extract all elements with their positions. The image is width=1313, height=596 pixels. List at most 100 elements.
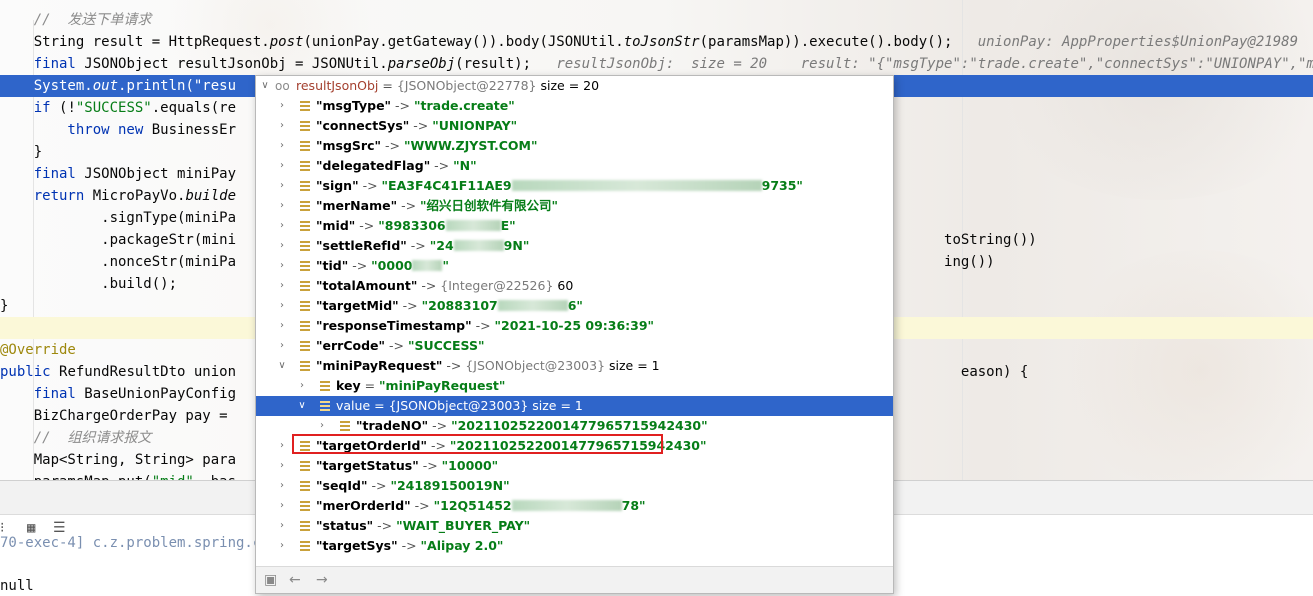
tree-row-text: "settleRefId" -> "24 9N"	[316, 236, 529, 256]
tree-row-text: "tid" -> "0000 "	[316, 256, 449, 276]
code-line[interactable]: final JSONObject resultJsonObj = JSONUti…	[0, 53, 1313, 75]
entry-separator: ->	[430, 158, 454, 173]
chevron-right-icon[interactable]: ›	[276, 536, 288, 556]
entry-value-tail: 78"	[621, 498, 646, 513]
chevron-right-icon[interactable]: ›	[316, 416, 328, 436]
field-icon	[320, 401, 330, 411]
entry-separator: ->	[358, 178, 382, 193]
field-icon	[300, 221, 310, 231]
tree-row[interactable]: › "targetSys" -> "Alipay 2.0"	[256, 536, 893, 556]
chevron-right-icon[interactable]: ›	[276, 116, 288, 136]
chevron-right-icon[interactable]: ›	[276, 456, 288, 476]
chevron-right-icon[interactable]: ›	[276, 176, 288, 196]
code-token: (paramsMap)).execute().body();	[699, 34, 970, 50]
entry-value: "UNIONPAY"	[432, 118, 518, 133]
entry-separator: ->	[442, 358, 466, 373]
tree-row[interactable]: › "responseTimestamp" -> "2021-10-25 09:3…	[256, 316, 893, 336]
code-token: MicroPayVo.	[92, 188, 186, 204]
chevron-right-icon[interactable]: ›	[276, 436, 288, 456]
chevron-right-icon[interactable]: ›	[276, 256, 288, 276]
field-icon	[300, 241, 310, 251]
entry-object-ref: {Integer@22526}	[440, 278, 554, 293]
code-token: .equals(re	[151, 100, 237, 116]
tree-row[interactable]: › "tradeNO" -> "2021102522001477965715942…	[256, 416, 893, 436]
chevron-right-icon[interactable]: ›	[276, 156, 288, 176]
forward-arrow-icon[interactable]: →	[316, 572, 328, 588]
chevron-right-icon[interactable]: ›	[276, 196, 288, 216]
tree-row[interactable]: › "delegatedFlag" -> "N"	[256, 156, 893, 176]
entry-size: size = 1	[528, 398, 583, 413]
chevron-right-icon[interactable]: ›	[276, 96, 288, 116]
entry-key: "merName"	[316, 198, 398, 213]
entry-key: "targetStatus"	[316, 458, 419, 473]
entry-size: size = 1	[605, 358, 660, 373]
chevron-right-icon[interactable]: ›	[276, 236, 288, 256]
entry-separator: ->	[397, 538, 421, 553]
code-line[interactable]: String result = HttpRequest.post(unionPa…	[0, 31, 1313, 53]
tree-row[interactable]: › "msgSrc" -> "WWW.ZJYST.COM"	[256, 136, 893, 156]
entry-key: "totalAmount"	[316, 278, 418, 293]
debugger-inspect-popup[interactable]: ∨ oo resultJsonObj = {JSONObject@22778} …	[255, 75, 894, 594]
tree-row[interactable]: › "totalAmount" -> {Integer@22526} 60	[256, 276, 893, 296]
tree-row[interactable]: › "tid" -> "0000 "	[256, 256, 893, 276]
tree-row-text: "tradeNO" -> "20211025220014779657159424…	[356, 416, 708, 436]
field-icon	[300, 121, 310, 131]
entry-value: "12Q51452	[433, 498, 512, 513]
tree-row-text: value = {JSONObject@23003} size = 1	[336, 396, 583, 416]
chevron-right-icon[interactable]: ›	[276, 336, 288, 356]
code-token: builde	[185, 188, 237, 204]
tree-row[interactable]: › "status" -> "WAIT_BUYER_PAY"	[256, 516, 893, 536]
entry-value: "Alipay 2.0"	[420, 538, 504, 553]
tree-row[interactable]: › "sign" -> "EA3F4C41F11AE9 9735"	[256, 176, 893, 196]
tree-row-text: "targetMid" -> "20883107 6"	[316, 296, 583, 316]
chevron-right-icon[interactable]: ›	[296, 376, 308, 396]
chevron-down-icon[interactable]: ∨	[276, 356, 288, 376]
entry-value: "20883107	[421, 298, 498, 313]
tree-row[interactable]: › "merOrderId" -> "12Q51452 78"	[256, 496, 893, 516]
chevron-right-icon[interactable]: ›	[276, 496, 288, 516]
tree-row[interactable]: › "errCode" -> "SUCCESS"	[256, 336, 893, 356]
back-arrow-icon[interactable]: ←	[289, 572, 301, 588]
entry-separator: ->	[373, 518, 397, 533]
redacted-value-blur	[511, 500, 622, 511]
console-log-line: 70-exec-4] c.z.problem.spring.co	[0, 535, 270, 551]
tree-row[interactable]: › key = "miniPayRequest"	[256, 376, 893, 396]
redacted-value-blur	[453, 240, 504, 251]
tree-row-text: "mid" -> "8983306 E"	[316, 216, 516, 236]
chevron-right-icon[interactable]: ›	[276, 476, 288, 496]
entry-key: "settleRefId"	[316, 238, 407, 253]
code-token: // 组织请求报文	[0, 430, 152, 446]
equals-sign: =	[378, 78, 397, 93]
chevron-down-icon[interactable]: ∨	[296, 396, 308, 416]
entry-key: "tradeNO"	[356, 418, 429, 433]
highlight-annotation-box	[292, 434, 663, 454]
tree-row[interactable]: ∨ "miniPayRequest" -> {JSONObject@23003} …	[256, 356, 893, 376]
tree-row[interactable]: › "settleRefId" -> "24 9N"	[256, 236, 893, 256]
field-icon	[300, 361, 310, 371]
tree-row[interactable]: › "mid" -> "8983306 E"	[256, 216, 893, 236]
tree-row[interactable]: › "merName" -> "绍兴日创软件有限公司"	[256, 196, 893, 216]
tree-row[interactable]: › "targetStatus" -> "10000"	[256, 456, 893, 476]
tree-row[interactable]: › "msgType" -> "trade.create"	[256, 96, 893, 116]
chevron-right-icon[interactable]: ›	[276, 276, 288, 296]
navigate-icon[interactable]: ▣	[264, 572, 277, 588]
chevron-right-icon[interactable]: ›	[276, 296, 288, 316]
entry-key: "msgType"	[316, 98, 392, 113]
code-line[interactable]: // 发送下单请求	[0, 9, 1313, 31]
entry-separator: ->	[348, 258, 372, 273]
entry-object-ref: {JSONObject@23003}	[388, 398, 529, 413]
popup-header-row[interactable]: ∨ oo resultJsonObj = {JSONObject@22778} …	[256, 76, 893, 96]
entry-separator: ->	[406, 238, 430, 253]
chevron-down-icon[interactable]: ∨	[259, 76, 271, 96]
chevron-right-icon[interactable]: ›	[276, 136, 288, 156]
tree-row[interactable]: › "connectSys" -> "UNIONPAY"	[256, 116, 893, 136]
chevron-right-icon[interactable]: ›	[276, 216, 288, 236]
tree-row-selected[interactable]: ∨ value = {JSONObject@23003} size = 1	[256, 396, 893, 416]
chevron-right-icon[interactable]: ›	[276, 516, 288, 536]
chevron-right-icon[interactable]: ›	[276, 316, 288, 336]
code-token: String result = HttpRequest.	[0, 34, 270, 50]
tree-row[interactable]: › "seqId" -> "24189150019N"	[256, 476, 893, 496]
entry-value: "WAIT_BUYER_PAY"	[396, 518, 531, 533]
code-token: BusinessEr	[151, 122, 237, 138]
tree-row[interactable]: › "targetMid" -> "20883107 6"	[256, 296, 893, 316]
